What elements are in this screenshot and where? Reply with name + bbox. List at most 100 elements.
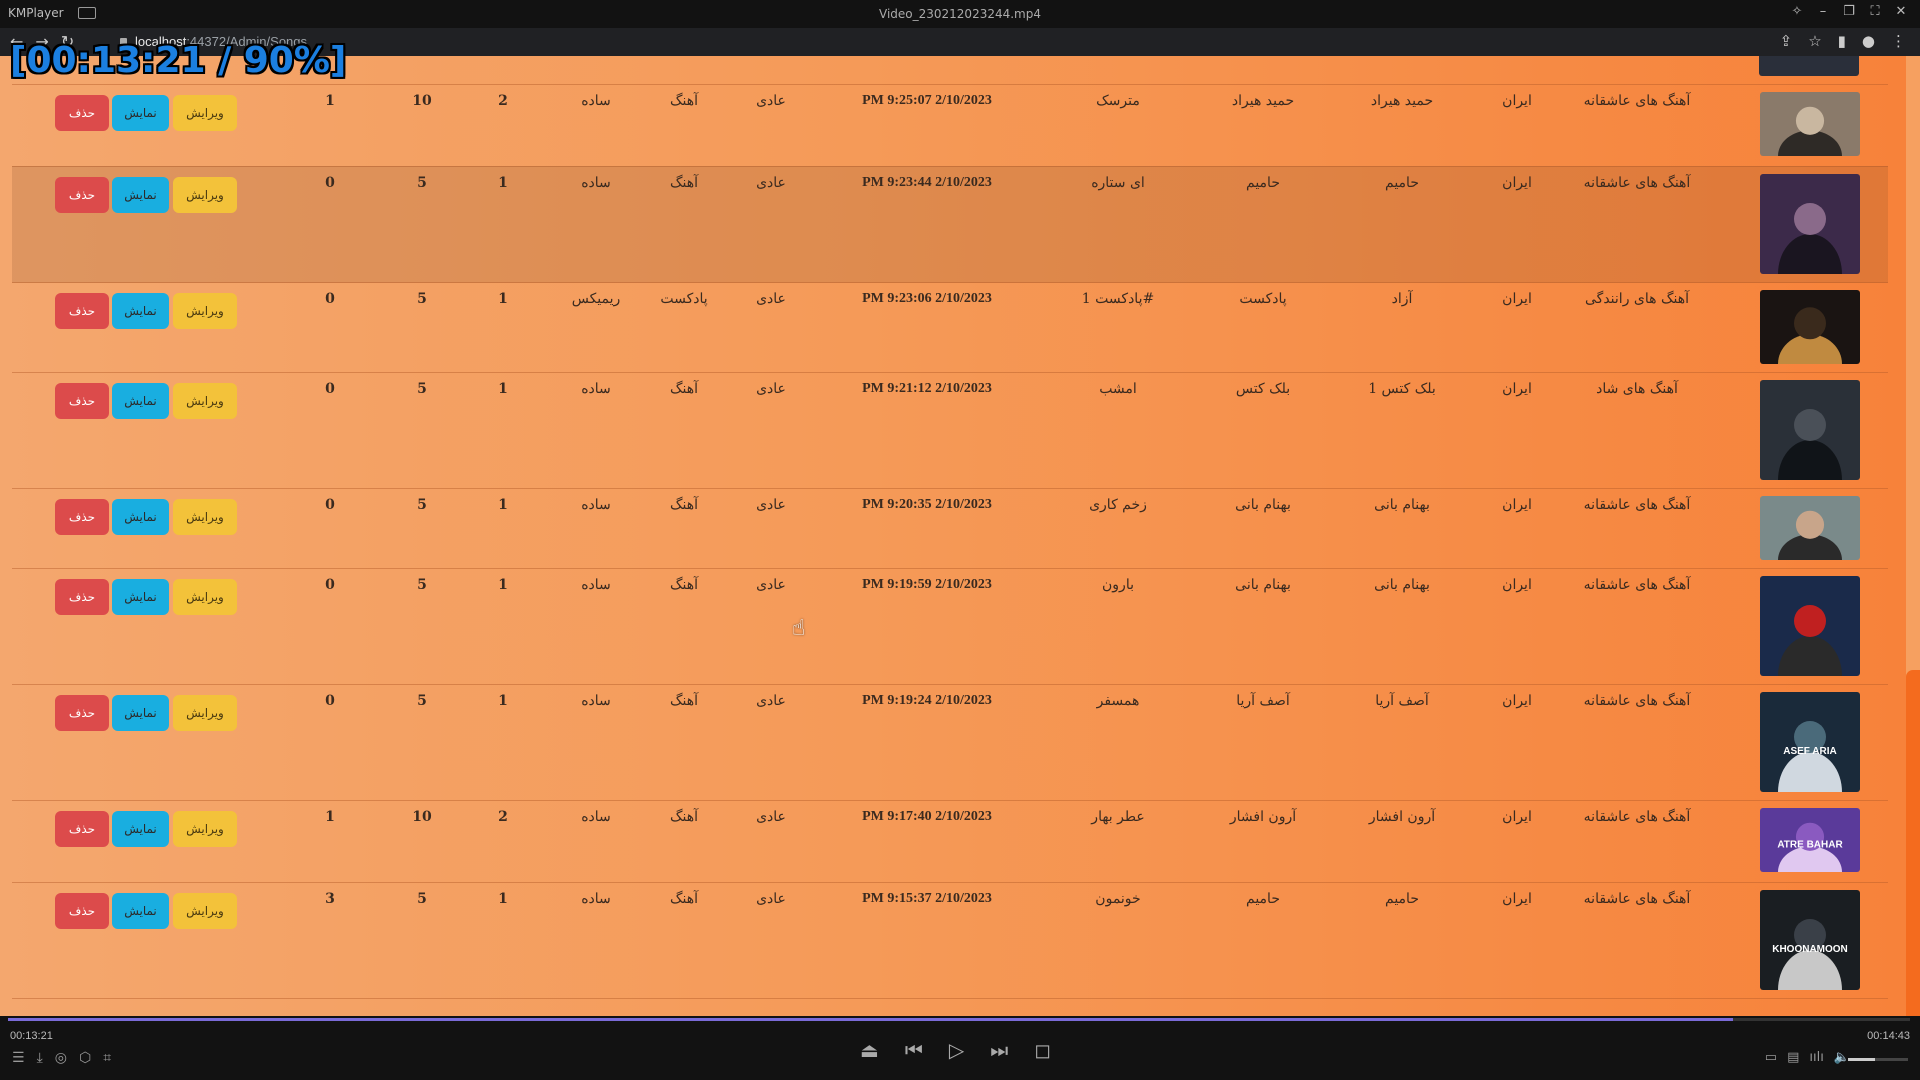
volume-slider[interactable] (1848, 1058, 1908, 1061)
edit-button[interactable]: ویرایش (173, 579, 237, 615)
edit-button[interactable]: ویرایش (173, 95, 237, 131)
next-icon[interactable]: ⏭ (990, 1038, 1008, 1062)
sidebar-icon[interactable]: ▮ (1838, 32, 1846, 50)
playlist-icon[interactable]: ☰ (12, 1050, 25, 1066)
cell-type: آهنگ (669, 809, 699, 825)
delete-button[interactable]: حذف (55, 579, 109, 615)
cell-c2: 5 (417, 175, 427, 191)
cell-c1: 0 (325, 577, 335, 593)
cell-c3: 1 (498, 291, 508, 307)
cell-date: PM 9:23:06 2/10/2023 (862, 291, 992, 306)
edit-button[interactable]: ویرایش (173, 177, 237, 213)
edit-button[interactable]: ویرایش (173, 383, 237, 419)
cell-mode: ریمیکس (571, 291, 621, 307)
edit-button[interactable]: ویرایش (173, 695, 237, 731)
cell-type: آهنگ (669, 381, 699, 397)
cell-type: آهنگ (669, 693, 699, 709)
bookmark-star-icon[interactable]: ☆ (1808, 32, 1821, 50)
cell-category: آهنگ های عاشقانه (1583, 497, 1691, 513)
profile-icon[interactable]: ● (1862, 32, 1875, 50)
song-thumbnail: ATRE BAHAR (1760, 808, 1860, 872)
pin-icon[interactable]: ✧ (1784, 4, 1810, 19)
cell-category: آهنگ های عاشقانه (1583, 809, 1691, 825)
table-row: 1 10 2 ساده آهنگ عادی PM 9:25:07 2/10/2023 مترس… (12, 84, 1888, 167)
song-thumbnail (1760, 92, 1860, 156)
volume-fill (1848, 1058, 1875, 1061)
song-thumbnail (1760, 380, 1860, 480)
stop-icon[interactable]: ◻ (1034, 1038, 1051, 1062)
player-controls: 00:13:21 00:14:43 ☰ ⤓ ◎ ⬡ ⌗ ⏏ ⏮ ▷ ⏭ ◻ ▭ … (0, 1016, 1920, 1080)
edit-button[interactable]: ویرایش (173, 893, 237, 929)
cell-c1: 0 (325, 497, 335, 513)
subtitle-icon[interactable]: ▤ (1787, 1050, 1799, 1065)
show-button[interactable]: نمایش (112, 293, 169, 329)
show-button[interactable]: نمایش (112, 95, 169, 131)
cell-title: ای ستاره (1091, 175, 1145, 191)
show-button[interactable]: نمایش (112, 695, 169, 731)
cell-level: عادی (756, 291, 786, 307)
delete-button[interactable]: حذف (55, 499, 109, 535)
minimize-icon[interactable]: – (1810, 4, 1836, 19)
cell-type: آهنگ (669, 93, 699, 109)
delete-button[interactable]: حذف (55, 383, 109, 419)
delete-button[interactable]: حذف (55, 177, 109, 213)
show-button[interactable]: نمایش (112, 177, 169, 213)
eject-icon[interactable]: ⏏ (860, 1038, 879, 1062)
edit-button[interactable]: ویرایش (173, 293, 237, 329)
share-icon[interactable]: ⇪ (1780, 32, 1793, 50)
cell-country: ایران (1502, 381, 1532, 397)
menu-dots-icon[interactable]: ⋮ (1891, 32, 1906, 50)
fullscreen-icon[interactable]: ⛶ (1862, 4, 1888, 19)
cell-mode: ساده (581, 93, 611, 109)
page-scrollbar[interactable] (1906, 56, 1920, 1016)
cell-singer: بهنام بانی (1374, 577, 1430, 593)
thumbnail-caption: ASEF ARIA (1783, 746, 1837, 757)
show-button[interactable]: نمایش (112, 383, 169, 419)
cell-title: عطر بهار (1091, 809, 1145, 825)
cell-title: مترسک (1096, 93, 1140, 109)
restore-icon[interactable]: ❐ (1836, 4, 1862, 19)
song-thumbnail: KHOONAMOON (1760, 890, 1860, 990)
download-icon[interactable]: ⤓ (37, 1050, 43, 1066)
cell-country: ایران (1502, 577, 1532, 593)
table-row: 1 10 2 ساده آهنگ عادی PM 9:17:40 2/10/2023 عطر … (12, 800, 1888, 883)
cell-artist: بلک کتس (1235, 381, 1291, 397)
cell-singer: حمید هیراد (1370, 93, 1434, 109)
scrollbar-thumb[interactable] (1906, 670, 1920, 1016)
equalizer-icon[interactable]: ıılı (1809, 1050, 1823, 1065)
delete-button[interactable]: حذف (55, 293, 109, 329)
show-button[interactable]: نمایش (112, 499, 169, 535)
delete-button[interactable]: حذف (55, 695, 109, 731)
capture-icon[interactable]: ⌗ (103, 1050, 111, 1066)
playback-overlay: [00:13:21 / 90%] (10, 40, 347, 81)
show-button[interactable]: نمایش (112, 811, 169, 847)
close-icon[interactable]: ✕ (1888, 4, 1914, 19)
mouse-cursor-icon: ☝ (792, 616, 806, 641)
vr-icon[interactable]: ◎ (55, 1050, 67, 1066)
delete-button[interactable]: حذف (55, 893, 109, 929)
song-thumbnail (1760, 496, 1860, 560)
edit-button[interactable]: ویرایش (173, 499, 237, 535)
file-name: Video_230212023244.mp4 (879, 7, 1041, 21)
cell-date: PM 9:19:59 2/10/2023 (862, 577, 992, 592)
play-icon[interactable]: ▷ (949, 1038, 964, 1062)
table-row: 0 5 1 ساده آهنگ عادی PM 9:20:35 2/10/2023 زخم ک… (12, 488, 1888, 569)
cell-title: بارون (1102, 577, 1134, 593)
hw-icon[interactable]: ▭ (1765, 1050, 1777, 1065)
delete-button[interactable]: حذف (55, 95, 109, 131)
show-button[interactable]: نمایش (112, 579, 169, 615)
player-title-bar: KMPlayer Video_230212023244.mp4 ✧ – ❐ ⛶ … (0, 0, 1920, 28)
previous-icon[interactable]: ⏮ (905, 1038, 923, 1062)
songs-admin-page: 1 10 2 ساده آهنگ عادی PM 9:25:07 2/10/2023 مترس… (0, 56, 1906, 1016)
cell-c3: 1 (498, 577, 508, 593)
cell-level: عادی (756, 497, 786, 513)
cell-country: ایران (1502, 891, 1532, 907)
3d-icon[interactable]: ⬡ (79, 1050, 91, 1066)
edit-button[interactable]: ویرایش (173, 811, 237, 847)
cell-level: عادی (756, 577, 786, 593)
delete-button[interactable]: حذف (55, 811, 109, 847)
show-button[interactable]: نمایش (112, 893, 169, 929)
seek-bar[interactable] (8, 1018, 1910, 1021)
cell-c1: 0 (325, 693, 335, 709)
cell-c1: 3 (325, 891, 335, 907)
